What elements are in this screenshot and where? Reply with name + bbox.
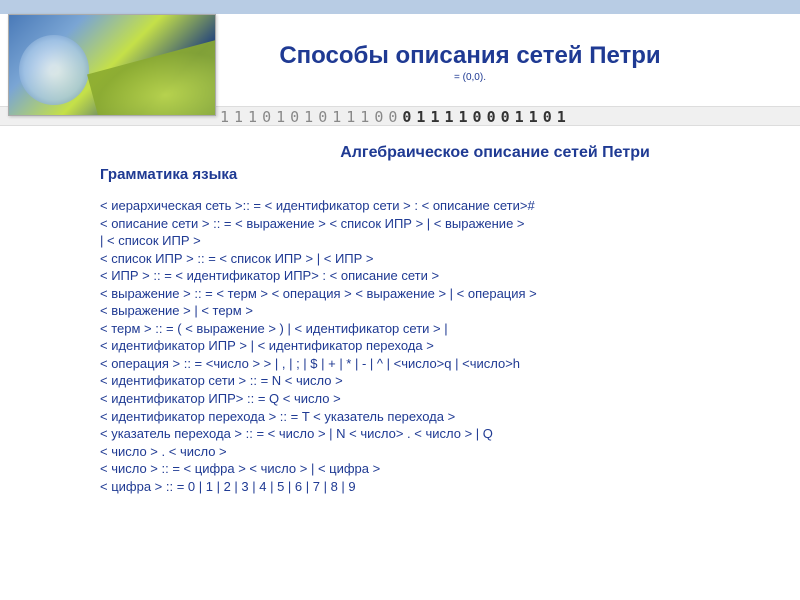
page-title: Способы описания сетей Петри [140, 42, 800, 70]
grammar-line: < выражение > :: = < терм > < операция >… [100, 285, 770, 303]
main-content: Алгебраическое описание сетей Петри Грам… [0, 126, 800, 495]
binary-dark: 011110001101 [402, 108, 570, 126]
grammar-line: < число > . < число > [100, 443, 770, 461]
grammar-line: < описание сети > :: = < выражение > < с… [100, 215, 770, 233]
page-subtitle: = (0,0). [140, 72, 800, 83]
top-bar [0, 0, 800, 14]
grammar-line: < цифра > :: = 0 | 1 | 2 | 3 | 4 | 5 | 6… [100, 478, 770, 496]
grammar-line: < идентификатор сети > :: = N < число > [100, 372, 770, 390]
grammar-line: < указатель перехода > :: = < число > | … [100, 425, 770, 443]
grammar-line: < операция > :: = <число > > | , | ; | $… [100, 355, 770, 373]
grammar-line: < идентификатор перехода > :: = T < указ… [100, 408, 770, 426]
grammar-rules: < иерархическая сеть >:: = < идентификат… [100, 197, 770, 495]
grammar-line: < терм > :: = ( < выражение > ) | < иден… [100, 320, 770, 338]
grammar-line: < число > :: = < цифра > < число > | < ц… [100, 460, 770, 478]
grammar-line: < иерархическая сеть >:: = < идентификат… [100, 197, 770, 215]
grammar-line: < выражение > | < терм > [100, 302, 770, 320]
header: Способы описания сетей Петри = (0,0). [0, 14, 800, 106]
section-title: Алгебраическое описание сетей Петри [220, 144, 770, 162]
grammar-line: < идентификатор ИПР> :: = Q < число > [100, 390, 770, 408]
header-decorative-image [8, 14, 216, 116]
grammar-line: < идентификатор ИПР > | < идентификатор … [100, 337, 770, 355]
grammar-line: < ИПР > :: = < идентификатор ИПР> : < оп… [100, 267, 770, 285]
binary-light: 1110101011100 [220, 108, 402, 126]
grammar-heading: Грамматика языка [100, 166, 770, 183]
grammar-line: < список ИПР > :: = < список ИПР > | < И… [100, 250, 770, 268]
grammar-line: | < список ИПР > [100, 232, 770, 250]
